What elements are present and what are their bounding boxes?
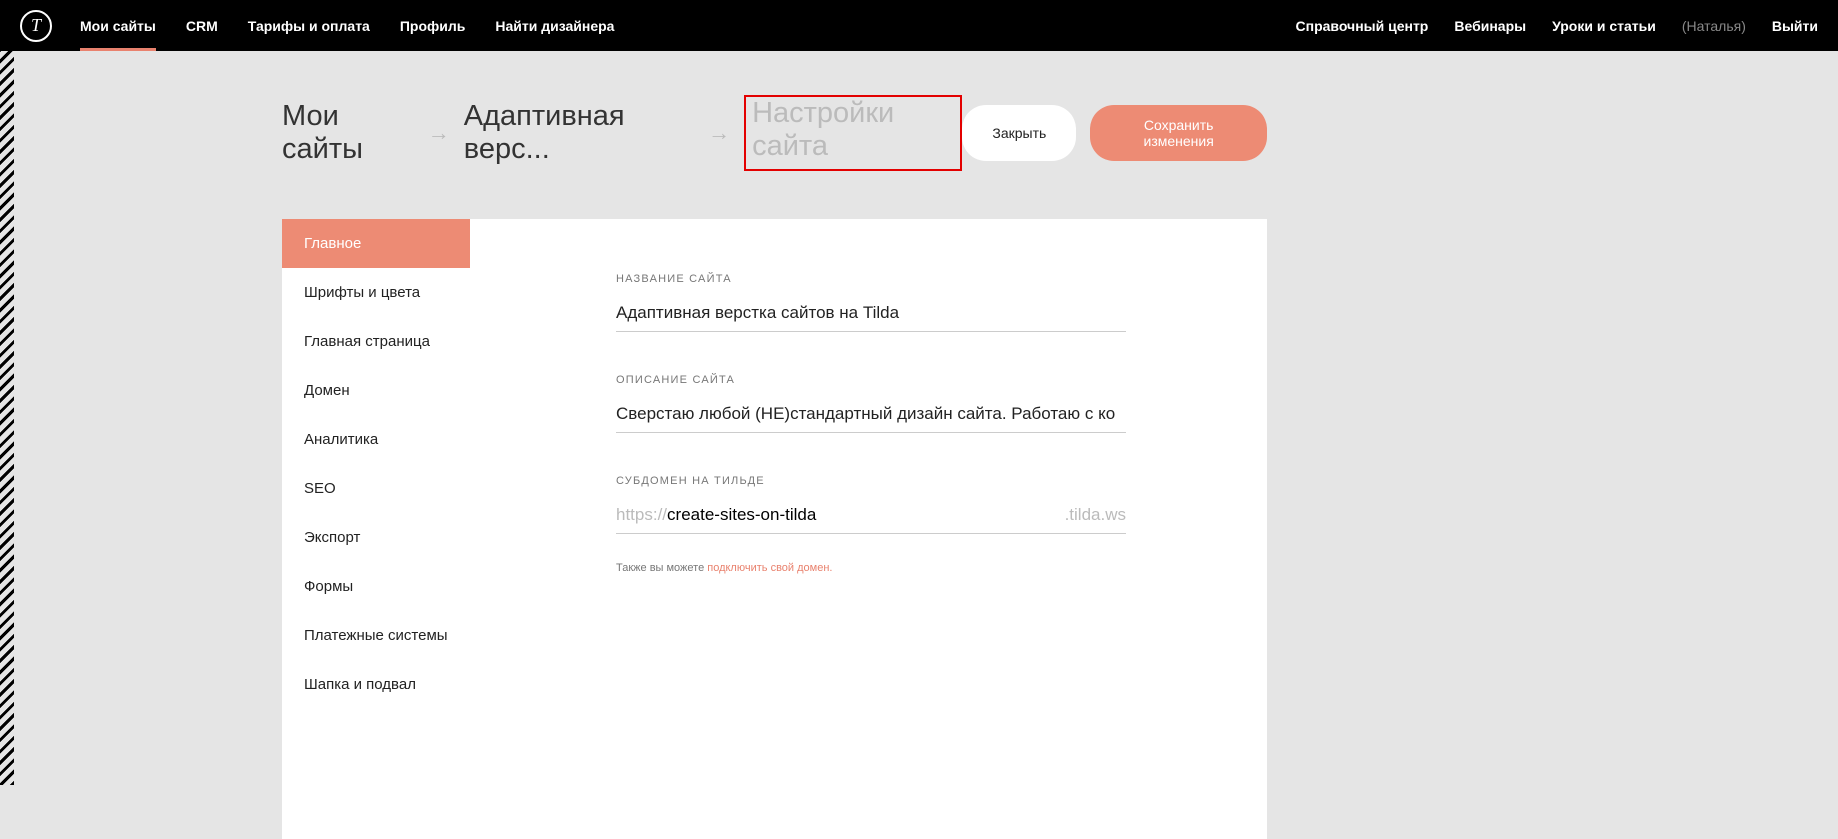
breadcrumb-root[interactable]: Мои сайты — [282, 100, 414, 166]
site-desc-input[interactable] — [616, 398, 1126, 433]
settings-panel: Главное Шрифты и цвета Главная страница … — [282, 219, 1267, 839]
sidebar-item-payments[interactable]: Платежные системы — [282, 611, 470, 660]
breadcrumb-row: Мои сайты → Адаптивная верс... → Настрой… — [282, 95, 1267, 171]
settings-main: НАЗВАНИЕ САЙТА ОПИСАНИЕ САЙТА СУБДОМЕН Н… — [470, 219, 1267, 839]
nav-tariffs[interactable]: Тарифы и оплата — [248, 4, 370, 48]
left-hatch-decoration — [0, 51, 14, 785]
nav-profile[interactable]: Профиль — [400, 4, 466, 48]
sidebar-item-analytics[interactable]: Аналитика — [282, 415, 470, 464]
close-button[interactable]: Закрыть — [962, 105, 1076, 161]
field-subdomain: СУБДОМЕН НА ТИЛЬДЕ https:// .tilda.ws Та… — [616, 475, 1247, 574]
breadcrumb-current: Настройки сайта — [744, 95, 962, 171]
site-desc-label: ОПИСАНИЕ САЙТА — [616, 374, 1247, 386]
sidebar-item-fonts[interactable]: Шрифты и цвета — [282, 268, 470, 317]
nav-find-designer[interactable]: Найти дизайнера — [495, 4, 614, 48]
subdomain-input[interactable] — [667, 499, 1065, 527]
nav-lessons[interactable]: Уроки и статьи — [1552, 4, 1656, 48]
site-name-input[interactable] — [616, 297, 1126, 332]
subdomain-prefix: https:// — [616, 505, 667, 525]
breadcrumb-arrow-icon: → — [708, 120, 730, 146]
topnav-left-group: Мои сайты CRM Тарифы и оплата Профиль На… — [80, 4, 614, 48]
action-buttons: Закрыть Сохранить изменения — [962, 105, 1267, 161]
top-navigation: T Мои сайты CRM Тарифы и оплата Профиль … — [0, 0, 1838, 51]
breadcrumb-arrow-icon: → — [428, 120, 450, 146]
sidebar-item-header-footer[interactable]: Шапка и подвал — [282, 660, 470, 709]
sidebar-item-homepage[interactable]: Главная страница — [282, 317, 470, 366]
topnav-right-group: Справочный центр Вебинары Уроки и статьи… — [1296, 4, 1818, 48]
field-site-desc: ОПИСАНИЕ САЙТА — [616, 374, 1247, 433]
subdomain-row: https:// .tilda.ws — [616, 499, 1126, 534]
site-name-label: НАЗВАНИЕ САЙТА — [616, 273, 1247, 285]
subdomain-suffix: .tilda.ws — [1065, 505, 1126, 525]
field-site-name: НАЗВАНИЕ САЙТА — [616, 273, 1247, 332]
breadcrumb: Мои сайты → Адаптивная верс... → Настрой… — [282, 95, 962, 171]
sidebar-item-forms[interactable]: Формы — [282, 562, 470, 611]
nav-webinars[interactable]: Вебинары — [1454, 4, 1526, 48]
breadcrumb-site[interactable]: Адаптивная верс... — [464, 100, 694, 166]
nav-crm[interactable]: CRM — [186, 4, 218, 48]
subdomain-label: СУБДОМЕН НА ТИЛЬДЕ — [616, 475, 1247, 487]
nav-logout[interactable]: Выйти — [1772, 4, 1818, 48]
user-name: (Наталья) — [1682, 18, 1746, 34]
connect-domain-link[interactable]: подключить свой домен. — [707, 562, 832, 574]
hint-text: Также вы можете — [616, 562, 707, 574]
save-button[interactable]: Сохранить изменения — [1090, 105, 1267, 161]
nav-help-center[interactable]: Справочный центр — [1296, 4, 1429, 48]
logo-icon[interactable]: T — [20, 10, 52, 42]
content-wrap: Мои сайты → Адаптивная верс... → Настрой… — [282, 51, 1267, 839]
sidebar-item-export[interactable]: Экспорт — [282, 513, 470, 562]
sidebar-item-seo[interactable]: SEO — [282, 464, 470, 513]
nav-my-sites[interactable]: Мои сайты — [80, 4, 156, 48]
sidebar-item-main[interactable]: Главное — [282, 219, 470, 268]
subdomain-hint: Также вы можете подключить свой домен. — [616, 562, 1247, 574]
settings-sidebar: Главное Шрифты и цвета Главная страница … — [282, 219, 470, 839]
sidebar-item-domain[interactable]: Домен — [282, 366, 470, 415]
